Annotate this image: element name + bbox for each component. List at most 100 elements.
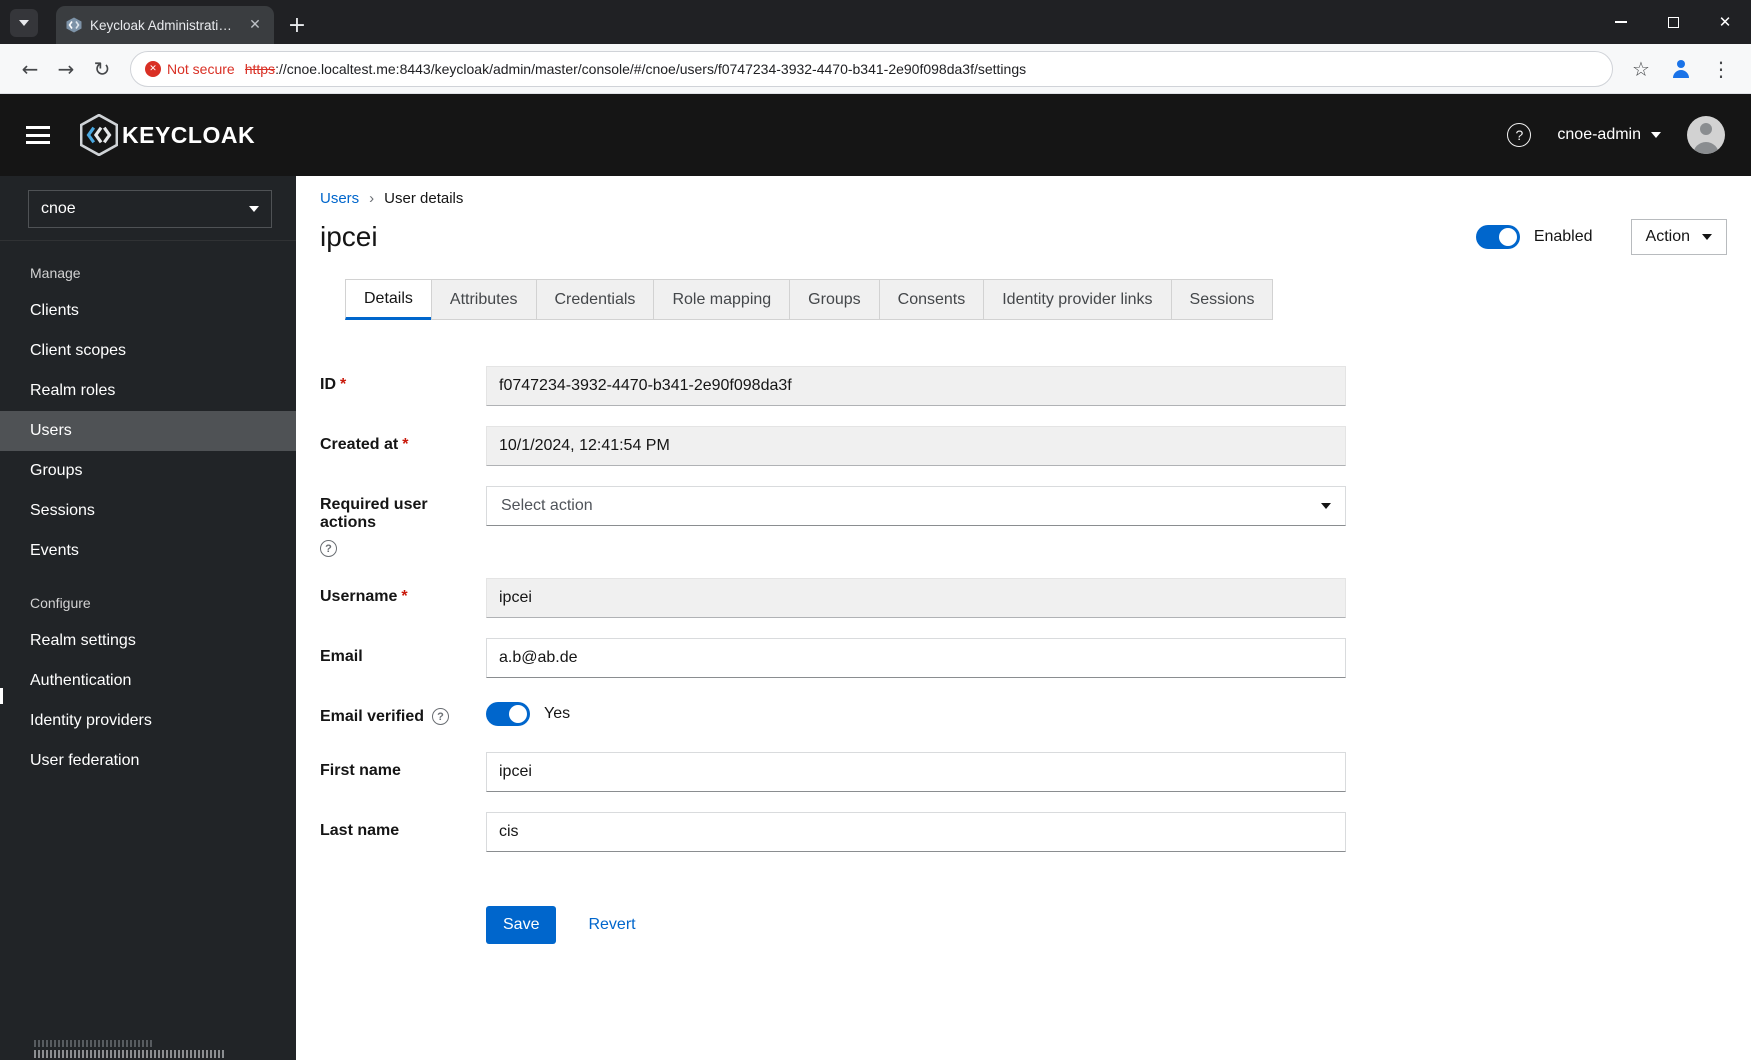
breadcrumb-users-link[interactable]: Users (320, 190, 359, 207)
keycloak-favicon (66, 17, 82, 33)
bookmark-star-icon[interactable]: ☆ (1623, 51, 1659, 87)
nav-section-configure: Configure (30, 595, 91, 611)
tab-title: Keycloak Administration UI (90, 17, 238, 33)
username-field[interactable] (486, 578, 1346, 618)
breadcrumb-separator: › (369, 190, 375, 207)
form-row-created-at: Created at * (320, 426, 1346, 466)
url-scheme: https (244, 60, 276, 77)
form-row-email-verified: Email verified? Yes (320, 698, 1346, 726)
tab-close-icon[interactable]: ✕ (246, 16, 264, 34)
tab-attributes[interactable]: Attributes (430, 279, 537, 320)
first-name-label: First name (320, 762, 401, 779)
app-body: cnoe Manage Clients Client scopes Realm … (0, 176, 1751, 1060)
sidebar-item-realm-settings[interactable]: Realm settings (0, 621, 296, 661)
sidebar-item-identity-providers[interactable]: Identity providers (0, 701, 296, 741)
sidebar-item-realm-roles[interactable]: Realm roles (0, 371, 296, 411)
not-secure-label: Not secure (167, 60, 235, 77)
tab-role-mapping[interactable]: Role mapping (653, 279, 791, 320)
user-menu[interactable]: cnoe-admin (1557, 126, 1661, 144)
question-circle-icon[interactable]: ? (320, 540, 337, 558)
window-close-button[interactable]: ✕ (1699, 0, 1751, 44)
form-row-username: Username * (320, 578, 1346, 618)
first-name-field[interactable] (486, 752, 1346, 792)
created-at-label: Created at * (320, 436, 409, 453)
nav-section-manage: Manage (30, 265, 81, 281)
tab-groups[interactable]: Groups (789, 279, 880, 320)
help-icon[interactable]: ? (1507, 123, 1532, 147)
user-menu-label: cnoe-admin (1557, 126, 1641, 143)
question-circle-icon[interactable]: ? (432, 708, 450, 726)
brand-text: KEYCLOAK (122, 121, 256, 148)
action-dropdown[interactable]: Action (1630, 219, 1727, 255)
form-row-id: ID * (320, 366, 1346, 406)
keycloak-brand[interactable]: KEYCLOAK (80, 114, 255, 156)
breadcrumb: Users › User details (320, 190, 1727, 207)
window-minimize-button[interactable] (1595, 0, 1647, 44)
sidebar-item-client-scopes[interactable]: Client scopes (0, 331, 296, 371)
url-text: https://cnoe.localtest.me:8443/keycloak/… (245, 61, 1026, 77)
address-bar[interactable]: ✕ Not secure https://cnoe.localtest.me:8… (130, 50, 1613, 87)
browser-menu-icon[interactable]: ⋮ (1703, 51, 1739, 87)
sidebar-item-events[interactable]: Events (0, 531, 296, 571)
id-field[interactable] (486, 366, 1346, 406)
url-rest: ://cnoe.localtest.me:8443/keycloak/admin… (275, 60, 1027, 77)
masthead-right: ? cnoe-admin (1507, 116, 1725, 154)
sidebar-item-user-federation[interactable]: User federation (0, 741, 296, 781)
required-actions-placeholder: Select action (501, 497, 593, 514)
chevron-down-icon (19, 20, 29, 26)
sidebar-item-users[interactable]: Users (0, 411, 296, 451)
browser-tab[interactable]: Keycloak Administration UI ✕ (56, 6, 274, 44)
reload-button[interactable]: ↻ (84, 51, 120, 87)
browser-titlebar: Keycloak Administration UI ✕ + ✕ (0, 0, 1751, 44)
last-name-label: Last name (320, 822, 400, 839)
window-maximize-button[interactable] (1647, 0, 1699, 44)
profile-icon[interactable] (1663, 51, 1699, 87)
keycloak-logo-icon (80, 114, 118, 156)
close-icon: ✕ (1718, 13, 1732, 31)
not-secure-badge[interactable]: ✕ Not secure (145, 60, 235, 77)
keycloak-masthead: KEYCLOAK ? cnoe-admin (0, 94, 1751, 176)
email-verified-toggle[interactable] (486, 702, 530, 726)
required-actions-label: Required user actions ? (320, 486, 486, 558)
avatar[interactable] (1687, 116, 1725, 154)
required-indicator: * (401, 588, 408, 605)
tab-identity-provider-links[interactable]: Identity provider links (983, 279, 1172, 320)
last-name-field[interactable] (486, 812, 1346, 852)
email-verified-value: Yes (544, 705, 571, 722)
form-actions: Save Revert (486, 906, 1346, 984)
realm-selector[interactable]: cnoe (28, 190, 272, 228)
nav-toggle-hamburger-icon[interactable] (26, 126, 50, 144)
tab-credentials[interactable]: Credentials (535, 279, 655, 320)
tab-search-button[interactable] (10, 9, 38, 37)
enabled-label: Enabled (1533, 228, 1593, 245)
not-secure-icon: ✕ (145, 60, 161, 77)
required-indicator: * (402, 436, 409, 453)
minimize-icon (1615, 21, 1627, 23)
email-field[interactable] (486, 638, 1346, 678)
forward-button[interactable]: → (48, 51, 84, 87)
form-row-last-name: Last name (320, 812, 1346, 852)
sidebar-item-sessions[interactable]: Sessions (0, 491, 296, 531)
chevron-down-icon (1651, 132, 1661, 138)
enabled-toggle[interactable] (1475, 225, 1520, 249)
back-button[interactable]: ← (12, 51, 48, 87)
realm-selector-wrap: cnoe (0, 176, 296, 241)
tab-bar: Details Attributes Credentials Role mapp… (345, 279, 1727, 320)
window-controls: ✕ (1595, 0, 1751, 44)
tab-consents[interactable]: Consents (878, 279, 985, 320)
sidebar-item-groups[interactable]: Groups (0, 451, 296, 491)
page-title: ipcei (320, 221, 378, 252)
new-tab-button[interactable]: + (282, 10, 312, 40)
required-actions-select[interactable]: Select action (486, 486, 1346, 526)
render-artifact (34, 1040, 152, 1047)
save-button[interactable]: Save (486, 906, 557, 944)
sidebar-item-clients[interactable]: Clients (0, 291, 296, 331)
sidebar-item-authentication[interactable]: Authentication (0, 661, 296, 701)
tab-sessions[interactable]: Sessions (1170, 279, 1274, 320)
page-header: ipcei Enabled Action (320, 219, 1727, 255)
render-artifact (34, 1050, 224, 1058)
revert-button[interactable]: Revert (588, 916, 635, 934)
tab-details[interactable]: Details (345, 279, 432, 320)
created-at-field[interactable] (486, 426, 1346, 466)
user-details-form: ID* Created at* Required user actions ? (320, 366, 1346, 984)
